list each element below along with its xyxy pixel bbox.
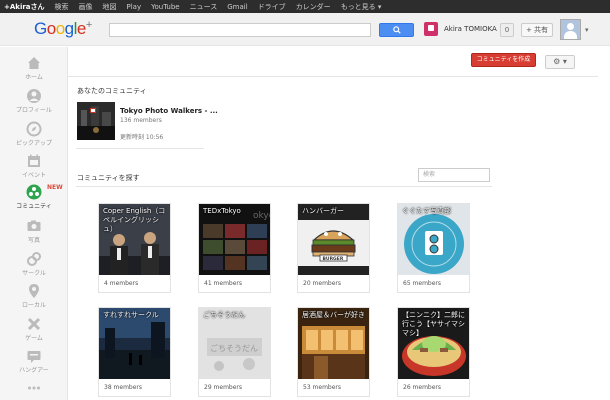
topbar-link-news[interactable]: ニュース [190,2,218,12]
search-button[interactable] [379,23,414,37]
sidebar-item-games[interactable]: ゲーム [0,316,68,349]
more-dots-icon [28,386,40,390]
topbar-link-drive[interactable]: ドライブ [258,2,286,12]
sidebar-item-circles[interactable]: サークル [0,251,68,284]
community-card-members: 65 members [403,280,442,287]
sidebar-item-home[interactable]: ホーム [0,55,68,88]
google-plus-page: +Akiraさん 検索 画像 地図 Play YouTube ニュース Gmai… [0,0,610,400]
circles-icon [27,252,41,266]
notification-count-button[interactable]: 0 [500,23,514,37]
sidebar-item-label: プロフィール [16,107,52,114]
sidebar-item-communities[interactable]: NEW コミュニティ [0,184,68,217]
share-button[interactable]: + 共有 [521,23,553,37]
community-card-title: Coper English（コペルイングリッシュ） [103,207,166,233]
community-card-title: ごちそうだん [203,311,245,319]
pin-icon [29,284,39,298]
community-card-members: 41 members [204,280,243,287]
sidebar-item-photos[interactable]: 写真 [0,218,68,251]
sidebar-item-label: ピックアップ [15,140,52,147]
top-black-bar: +Akiraさん 検索 画像 地図 Play YouTube ニュース Gmai… [0,0,610,13]
hangout-icon [27,351,41,363]
community-card-members: 38 members [104,384,143,391]
create-community-button[interactable]: コミュニティを作成 [471,53,536,67]
sidebar-more[interactable] [0,380,68,400]
community-card-title: TEDxTokyo [203,207,241,215]
communities-icon [26,184,42,200]
header: Google+ Akira TOMIOKA 0 + 共有 ▾ [0,13,610,46]
calendar-icon [28,154,40,167]
joined-community-members: 136 members [120,117,162,124]
community-card[interactable]: Coper English（コペルイングリッシュ） 4 members [98,203,171,293]
explore-communities-title: コミュニティを探す [77,174,140,182]
profile-icon [27,89,41,103]
gear-icon: ⚙ [553,57,561,66]
sidebar-item-local[interactable]: ローカル [0,283,68,316]
sidebar-item-label: サークル [22,270,46,277]
community-card-members: 4 members [104,280,139,287]
community-card-title: ハンバーガー [302,207,344,215]
joined-community-updated: 更新時刻 10:56 [120,134,164,141]
settings-button[interactable]: ⚙ ▾ [545,55,575,69]
search-input[interactable] [109,23,371,37]
sidebar-item-label: ゲーム [25,335,43,342]
community-card-title: 【ニンニク】二郎に行こう【ヤサイマシマシ】 [402,311,465,337]
topbar-link-maps[interactable]: 地図 [103,2,117,12]
divider [76,186,492,187]
svg-text:BURGER: BURGER [323,256,344,262]
sidebar-item-explore[interactable]: ピックアップ [0,121,68,154]
home-icon [28,57,40,69]
topbar-link-calendar[interactable]: カレンダー [296,2,331,12]
topbar-link-play[interactable]: Play [127,3,142,11]
topbar-link-images[interactable]: 画像 [79,2,93,12]
topbar-link-youtube[interactable]: YouTube [151,3,179,11]
sidebar-item-label: コミュニティ [16,203,52,210]
new-badge: NEW [47,184,63,191]
community-card-members: 29 members [204,384,243,391]
joined-community-name[interactable]: Tokyo Photo Walkers - ... [120,107,218,115]
community-card[interactable]: BURGER ハンバーガー 20 members [297,203,370,293]
sidebar-item-hangouts[interactable]: ハングアー [0,348,68,381]
chevron-down-icon[interactable]: ▾ [585,26,589,34]
svg-text:ごちそうだん: ごちそうだん [210,343,258,353]
joined-community-thumbnail[interactable] [77,102,115,140]
community-card-title: ぐぐたす写真部 [402,207,451,215]
avatar[interactable] [560,19,581,40]
user-name[interactable]: Akira TOMIOKA [444,25,497,33]
google-plus-logo[interactable]: Google+ [34,19,92,39]
your-communities-title: あなたのコミュニティ [77,87,147,95]
divider [76,148,204,149]
sidebar-item-profile[interactable]: プロフィール [0,88,68,121]
games-icon [27,317,41,331]
joined-community-image [77,102,115,140]
sidebar-item-label: イベント [21,172,46,179]
community-card[interactable]: すれすれサークル 38 members [98,307,171,397]
community-card-members: 53 members [303,384,342,391]
community-search-input[interactable]: 検索 [418,168,490,182]
community-card[interactable]: ごちそうだん ごちそうだん 29 members [198,307,271,397]
topbar-link-profile[interactable]: +Akiraさん [4,2,45,12]
topbar-link-gmail[interactable]: Gmail [227,3,247,11]
community-card[interactable]: 居酒屋＆バーが好き 53 members [297,307,370,397]
community-card-members: 26 members [403,384,442,391]
divider [68,76,598,77]
sidebar-item-label: ホーム [25,74,43,81]
community-card-members: 20 members [303,280,342,287]
topbar-link-more[interactable]: もっと見る ▾ [341,2,382,12]
sidebar-item-label: ローカル [21,302,46,309]
sidebar-item-label: ハングアー [19,367,49,374]
notification-app-icon[interactable] [424,22,438,36]
topbar-link-search[interactable]: 検索 [55,2,69,12]
search-icon [392,26,401,34]
community-card[interactable]: ぐぐたす写真部 65 members [397,203,470,293]
community-card[interactable]: okyo TEDxTokyo 41 members [198,203,271,293]
sidebar-item-label: 写真 [27,237,40,244]
community-card-title: 居酒屋＆バーが好き [302,311,365,319]
sidebar: ホーム プロフィール ピックアップ イベント NEW コミュニティ 写真 サーク… [0,47,68,400]
sidebar-item-events[interactable]: イベント [0,153,68,186]
community-card[interactable]: 【ニンニク】二郎に行こう【ヤサイマシマシ】 26 members [397,307,470,397]
community-card-title: すれすれサークル [103,311,159,319]
camera-icon [27,220,41,231]
compass-icon [26,121,42,137]
